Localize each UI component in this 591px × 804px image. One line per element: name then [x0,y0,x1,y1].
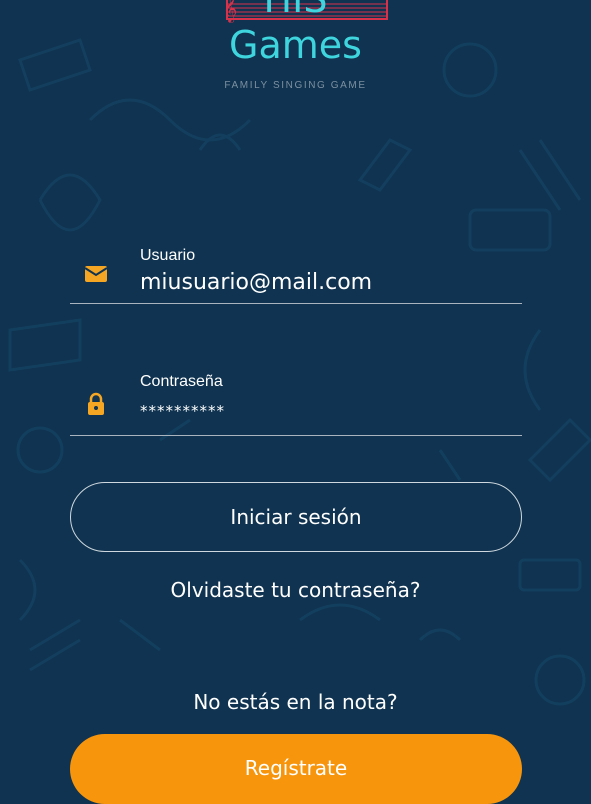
login-button[interactable]: Iniciar sesión [70,482,522,552]
logo-title: Games [229,23,362,67]
password-input[interactable]: ********** [140,402,225,420]
signup-prompt: No estás en la nota? [193,690,398,714]
logo-title-top: HIS [0,0,591,18]
username-field[interactable]: Usuario miusuario@mail.com [70,240,522,304]
username-input[interactable]: miusuario@mail.com [140,270,372,295]
username-underline [70,303,522,304]
password-field[interactable]: Contraseña ********** [70,366,522,436]
logo-tagline: FAMILY SINGING GAME [224,80,367,91]
envelope-icon [84,266,108,282]
lock-icon [88,392,104,415]
username-label: Usuario [140,247,196,264]
register-button[interactable]: Regístrate [70,734,522,804]
register-button-label: Regístrate [244,756,348,780]
app-logo: 𝄞 HIS Games FAMILY SINGING GAME [0,0,591,100]
forgot-password-link[interactable]: Olvidaste tu contraseña? [0,578,591,602]
password-label: Contraseña [140,373,223,390]
password-underline [70,435,522,436]
